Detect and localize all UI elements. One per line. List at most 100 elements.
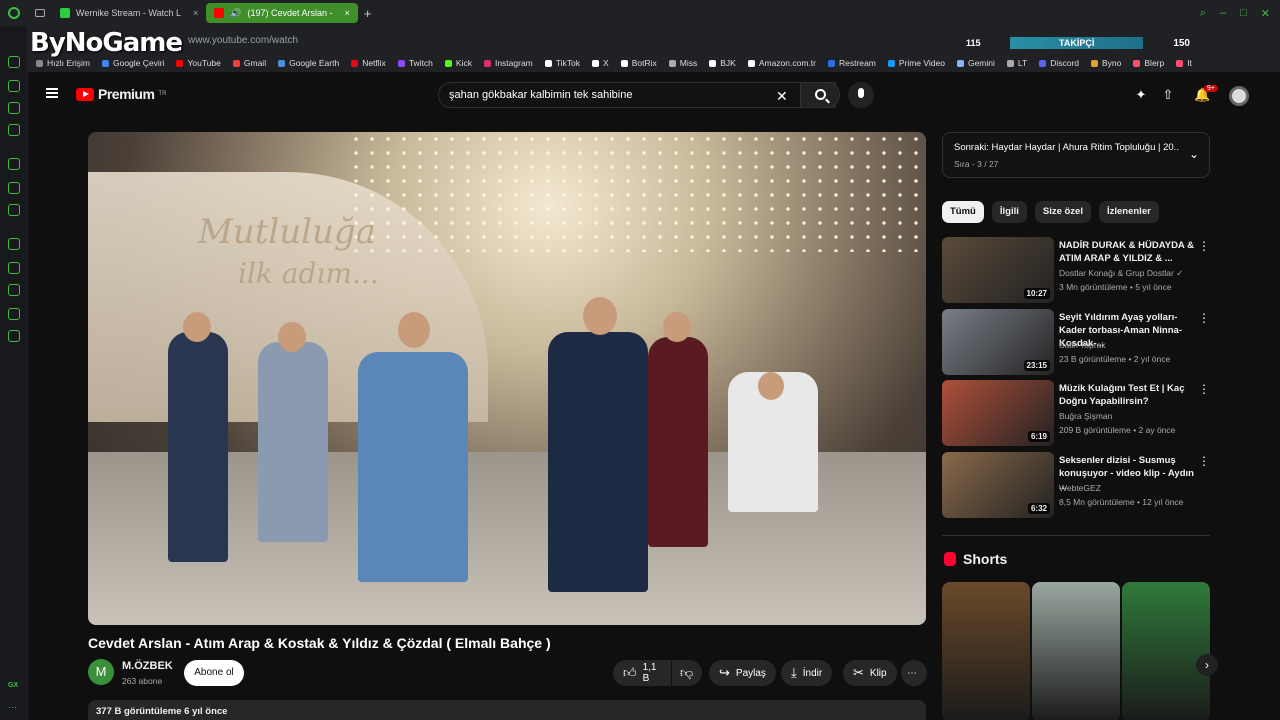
bookmark-item[interactable]: TikTok: [544, 58, 580, 68]
extension-icon[interactable]: ✦: [1134, 88, 1148, 102]
sidebar-more-icon[interactable]: ⋯: [8, 702, 17, 713]
bookmark-item[interactable]: Byno: [1091, 58, 1121, 68]
share-button[interactable]: ↪ Paylaş: [709, 660, 776, 686]
close-window-icon[interactable]: ✕: [1261, 7, 1270, 20]
recommended-video[interactable]: 10:27 NADİR DURAK & HÜDAYDA & ATIM ARAP …: [942, 237, 1210, 305]
shorts-next-button[interactable]: ›: [1196, 654, 1218, 676]
bookmark-item[interactable]: Miss: [668, 58, 698, 68]
bookmark-item[interactable]: BJK: [709, 58, 736, 68]
dislike-button[interactable]: 👎︎: [672, 660, 702, 686]
video-thumbnail[interactable]: 10:27: [942, 237, 1054, 303]
youtube-logo[interactable]: Premium TR: [76, 86, 166, 102]
new-tab-button[interactable]: +: [364, 6, 372, 21]
bookmark-item[interactable]: X: [592, 58, 609, 68]
bookmark-item[interactable]: LT: [1006, 58, 1027, 68]
url-field[interactable]: www.youtube.com/watch: [188, 35, 298, 46]
clear-search-icon[interactable]: ✕: [776, 88, 788, 105]
bookmark-item[interactable]: Twitch: [397, 58, 433, 68]
recommended-channel[interactable]: Dostlar Konağı & Grup Dostlar ✓: [1059, 268, 1183, 279]
channel-name[interactable]: M.ÖZBEK: [122, 660, 173, 672]
recommended-video[interactable]: 6:19 Müzik Kulağını Test Et | Kaç Doğru …: [942, 380, 1210, 448]
tab-close-icon[interactable]: ×: [193, 8, 198, 18]
bookmark-item[interactable]: Google Çeviri: [101, 58, 164, 68]
description-box[interactable]: 377 B görüntüleme 6 yıl önce: [88, 700, 926, 720]
short-thumbnail[interactable]: [1122, 582, 1210, 720]
bookmark-item[interactable]: Instagram: [483, 58, 533, 68]
short-thumbnail[interactable]: [1032, 582, 1120, 720]
video-player[interactable]: Mutluluğa ilk adım...: [88, 132, 926, 625]
video-thumbnail[interactable]: 6:32: [942, 452, 1054, 518]
tab-overview-icon[interactable]: [28, 0, 52, 26]
hamburger-menu-icon[interactable]: [46, 88, 58, 98]
recommended-title[interactable]: Müzik Kulağını Test Et | Kaç Doğru Yapab…: [1059, 382, 1199, 408]
short-thumbnail[interactable]: [942, 582, 1030, 720]
kebab-menu-icon[interactable]: ⋮: [1198, 454, 1210, 468]
bookmark-item[interactable]: Discord: [1039, 58, 1079, 68]
sidebar-back-icon[interactable]: [8, 56, 20, 68]
bookmark-item[interactable]: Amazon.com.tr: [747, 58, 816, 68]
recommended-video[interactable]: 23:15 Seyit Yıldırım Ayaş yolları-Kader …: [942, 309, 1210, 377]
search-tabs-icon[interactable]: ⌕: [1200, 7, 1206, 20]
bookmark-item[interactable]: Hızlı Erişim: [36, 58, 90, 68]
bookmark-item[interactable]: Restream: [827, 58, 876, 68]
chip-watched[interactable]: İzlenenler: [1098, 201, 1159, 223]
sidebar-history-icon[interactable]: [8, 284, 20, 296]
sidebar-twitch-icon[interactable]: [8, 182, 20, 194]
chip-related[interactable]: İlgili: [991, 201, 1027, 223]
bookmark-item[interactable]: Gmail: [232, 58, 266, 68]
maximize-icon[interactable]: □: [1240, 7, 1247, 20]
recommended-channel[interactable]: WebteGEZ: [1059, 483, 1101, 493]
chip-for-you[interactable]: Size özel: [1034, 201, 1091, 223]
account-avatar[interactable]: [1229, 86, 1249, 106]
bookmark-item[interactable]: Netflix: [351, 58, 386, 68]
follower-count: 115: [966, 38, 981, 48]
video-thumbnail[interactable]: 23:15: [942, 309, 1054, 375]
sidebar-gx-icon[interactable]: GX: [8, 682, 18, 689]
recommended-channel[interactable]: Buğra Şişman: [1059, 411, 1112, 421]
bookmark-label: Miss: [679, 58, 698, 68]
bookmark-item[interactable]: Gemini: [956, 58, 995, 68]
bookmark-item[interactable]: BotRix: [620, 58, 657, 68]
sidebar-player-icon[interactable]: [8, 238, 20, 250]
recommended-video[interactable]: 6:32 Seksenler dizisi - Susmuş konuşuyor…: [942, 452, 1210, 520]
video-thumbnail[interactable]: 6:19: [942, 380, 1054, 446]
kebab-menu-icon[interactable]: ⋮: [1198, 239, 1210, 253]
browser-logo-icon[interactable]: [0, 0, 28, 26]
bookmark-item[interactable]: It: [1176, 58, 1192, 68]
sidebar-cube-icon[interactable]: [8, 308, 20, 320]
sidebar-messenger-icon[interactable]: [8, 102, 20, 114]
sidebar-extension-icon[interactable]: [8, 80, 20, 92]
tab-close-icon[interactable]: ×: [345, 8, 350, 18]
download-button[interactable]: ⤓ İndir: [781, 660, 833, 686]
bookmark-item[interactable]: YouTube: [176, 58, 221, 68]
tab-youtube-video[interactable]: 🔊 (197) Cevdet Arslan - ×: [206, 3, 358, 23]
kebab-menu-icon[interactable]: ⋮: [1198, 382, 1210, 396]
search-button[interactable]: [800, 82, 840, 108]
bookmark-item[interactable]: Kick: [444, 58, 472, 68]
bookmark-item[interactable]: Prime Video: [887, 58, 945, 68]
minimize-icon[interactable]: –: [1220, 7, 1226, 20]
sidebar-kick-icon[interactable]: [8, 158, 20, 170]
sidebar-settings-icon[interactable]: [8, 330, 20, 342]
bookmark-favicon-icon: [444, 59, 452, 67]
subscribe-button[interactable]: Abone ol: [184, 660, 244, 686]
tab-wernike-stream[interactable]: Wernike Stream - Watch L ×: [52, 3, 206, 23]
like-button[interactable]: 👍︎ 1,1 B: [613, 660, 671, 686]
channel-avatar[interactable]: M: [88, 659, 114, 685]
sidebar-app-icon[interactable]: [8, 124, 20, 136]
playlist-panel[interactable]: Sonraki: Haydar Haydar | Ahura Ritim Top…: [942, 132, 1210, 178]
kebab-menu-icon[interactable]: ⋮: [1198, 311, 1210, 325]
chip-all[interactable]: Tümü: [942, 201, 984, 223]
more-actions-button[interactable]: ⋯: [901, 660, 927, 686]
sidebar-x-icon[interactable]: [8, 204, 20, 216]
recommended-title[interactable]: NADİR DURAK & HÜDAYDA & ATIM ARAP & YILD…: [1059, 239, 1199, 265]
video-frame-head: [183, 312, 211, 342]
clip-button[interactable]: ✂ Klip: [843, 660, 897, 686]
bookmark-item[interactable]: Blerp: [1133, 58, 1164, 68]
upload-icon[interactable]: ⇧: [1161, 88, 1175, 102]
chevron-down-icon[interactable]: ⌄: [1189, 147, 1199, 161]
bookmark-item[interactable]: Google Earth: [278, 58, 339, 68]
voice-search-button[interactable]: [848, 82, 874, 108]
recommended-channel[interactable]: Salih Toprak: [1059, 340, 1106, 350]
sidebar-wallet-icon[interactable]: [8, 262, 20, 274]
